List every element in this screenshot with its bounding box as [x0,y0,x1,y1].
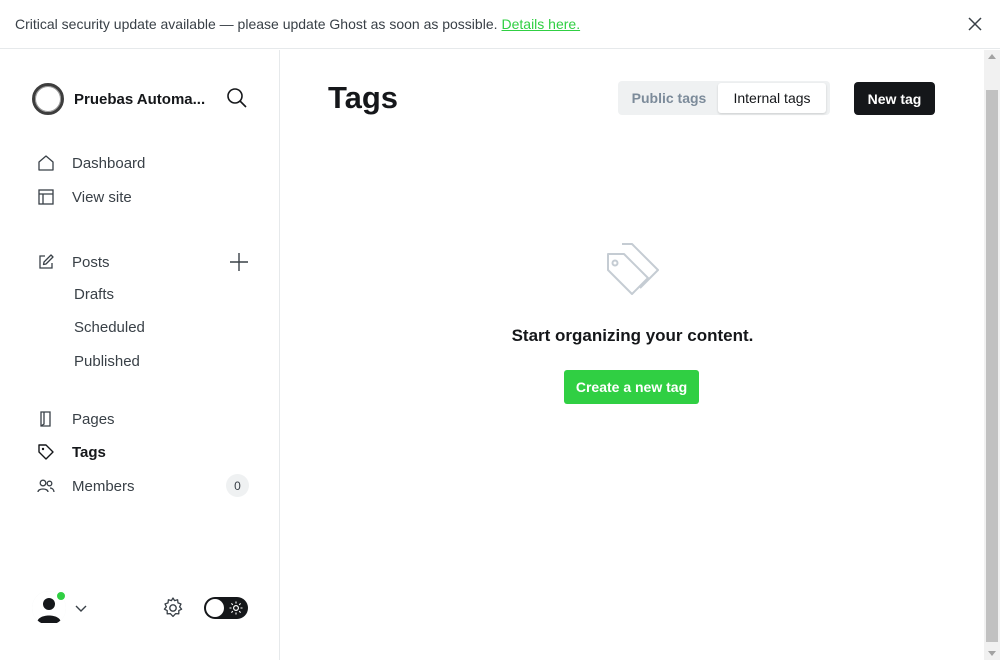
sidebar-item-pages[interactable]: Pages [36,407,115,431]
site-logo [32,83,64,115]
sidebar-item-published[interactable]: Published [74,351,140,373]
tab-internal-tags[interactable]: Internal tags [718,83,826,113]
edit-icon [36,252,56,272]
tab-public-tags[interactable]: Public tags [620,83,718,113]
sidebar-item-members[interactable]: Members [36,474,135,498]
toggle-knob [206,599,224,617]
sidebar-item-view-site[interactable]: View site [36,185,132,209]
sidebar-item-label: Pages [72,410,115,428]
sidebar-item-label: Members [72,477,135,495]
scroll-up-arrow-icon[interactable] [988,54,996,59]
scrollbar-thumb[interactable] [986,90,998,642]
sidebar-item-label: Posts [72,253,110,271]
update-banner: Critical security update available — ple… [0,0,1000,49]
sun-icon [229,601,243,615]
chevron-down-icon [75,605,87,612]
empty-state-message: Start organizing your content. [511,326,754,345]
site-brand[interactable]: Pruebas Automa... [32,83,205,115]
members-icon [36,476,56,496]
create-new-tag-button[interactable]: Create a new tag [564,370,699,404]
sidebar-item-label: Tags [72,443,106,461]
scroll-down-arrow-icon[interactable] [988,651,996,656]
sidebar-item-scheduled[interactable]: Scheduled [74,317,145,339]
sidebar-item-label: View site [72,188,132,206]
new-tag-button[interactable]: New tag [854,82,935,115]
tag-icon [36,442,56,462]
sidebar-item-drafts[interactable]: Drafts [74,284,114,306]
pages-icon [36,409,56,429]
sidebar-item-label: Dashboard [72,154,146,172]
theme-toggle[interactable] [204,597,248,619]
sidebar: Pruebas Automa... Dashboard View site Po… [0,50,280,660]
scrollbar[interactable] [984,50,1000,660]
main-content: Tags Public tags Internal tags New tag S… [281,50,984,660]
online-status-dot [56,591,66,601]
banner-message: Critical security update available — ple… [15,16,498,32]
home-icon [36,153,56,173]
page-title: Tags [328,80,399,115]
banner-details-link[interactable]: Details here. [502,16,581,32]
site-name: Pruebas Automa... [74,90,206,108]
members-count-badge: 0 [226,474,249,497]
sidebar-item-dashboard[interactable]: Dashboard [36,151,145,175]
close-icon[interactable] [966,15,984,33]
sidebar-item-posts[interactable]: Posts [36,250,110,274]
tags-empty-icon [607,243,659,295]
tag-type-switch: Public tags Internal tags [618,81,830,115]
gear-icon[interactable] [161,596,185,620]
layout-icon [36,187,56,207]
search-icon[interactable] [226,87,248,109]
add-post-icon[interactable] [228,251,250,273]
sidebar-item-tags[interactable]: Tags [36,440,106,464]
